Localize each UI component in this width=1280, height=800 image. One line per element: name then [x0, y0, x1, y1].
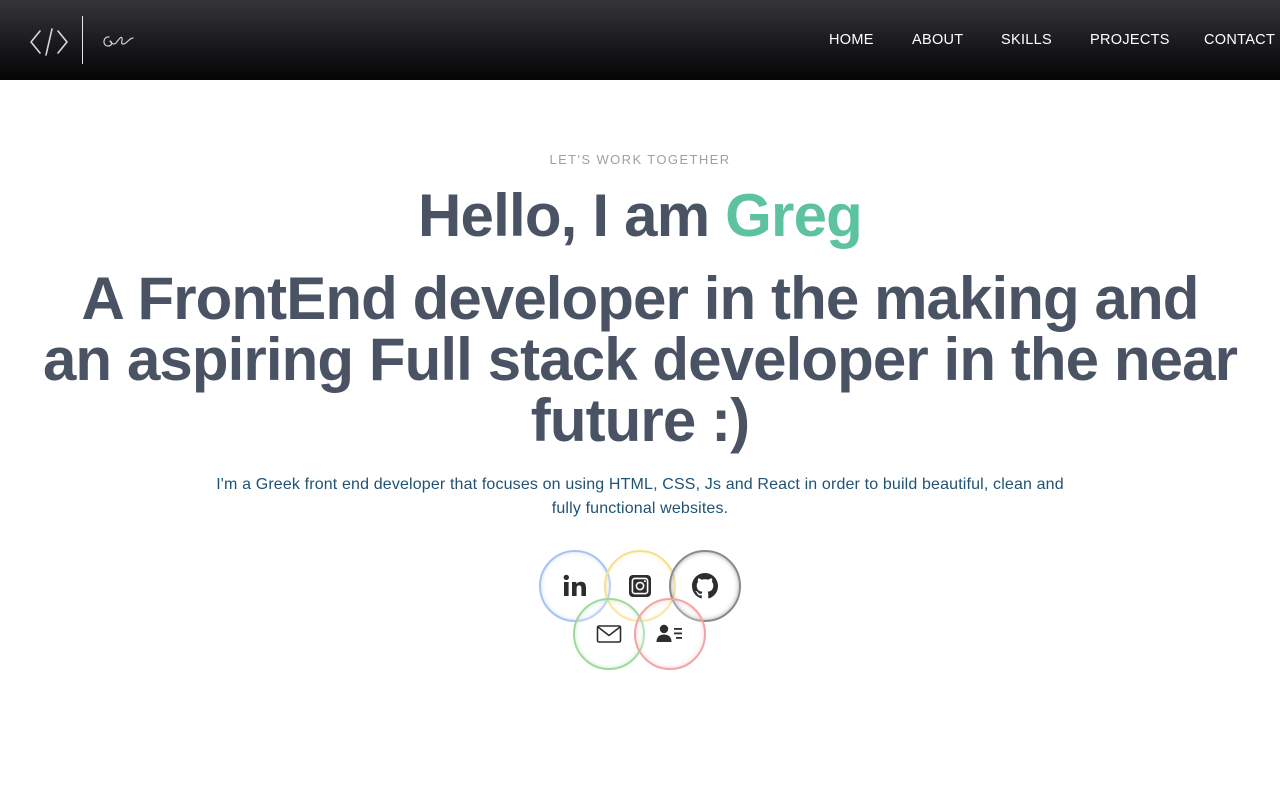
hero-eyebrow: LET'S WORK TOGETHER	[549, 152, 731, 167]
linkedin-icon	[563, 574, 586, 596]
signature-logo	[103, 36, 134, 47]
code-brackets-icon[interactable]	[29, 26, 69, 58]
hero-headline: A FrontEnd developer in the making and a…	[42, 265, 1238, 454]
greeting-text: Hello, I am	[417, 182, 710, 249]
logo-divider	[82, 16, 83, 64]
mail-icon	[596, 625, 622, 643]
navbar: HOME ABOUT SKILLS PROJECTS CONTACT	[0, 0, 1280, 80]
nav-link-home[interactable]: HOME	[829, 31, 874, 49]
nav-link-about[interactable]: ABOUT	[912, 31, 963, 49]
nav-link-projects[interactable]: PROJECTS	[1090, 31, 1170, 49]
hero-name: Greg	[725, 182, 863, 249]
contact-card-icon	[656, 624, 682, 642]
github-icon	[692, 573, 718, 599]
hero-greeting: Hello, I am Greg	[0, 180, 1280, 252]
contact-card-link[interactable]	[634, 598, 706, 670]
instagram-icon	[629, 575, 651, 597]
nav-link-skills[interactable]: SKILLS	[1001, 31, 1052, 49]
hero-intro: I'm a Greek front end developer that foc…	[216, 476, 1064, 517]
nav-link-contact[interactable]: CONTACT	[1204, 31, 1275, 49]
